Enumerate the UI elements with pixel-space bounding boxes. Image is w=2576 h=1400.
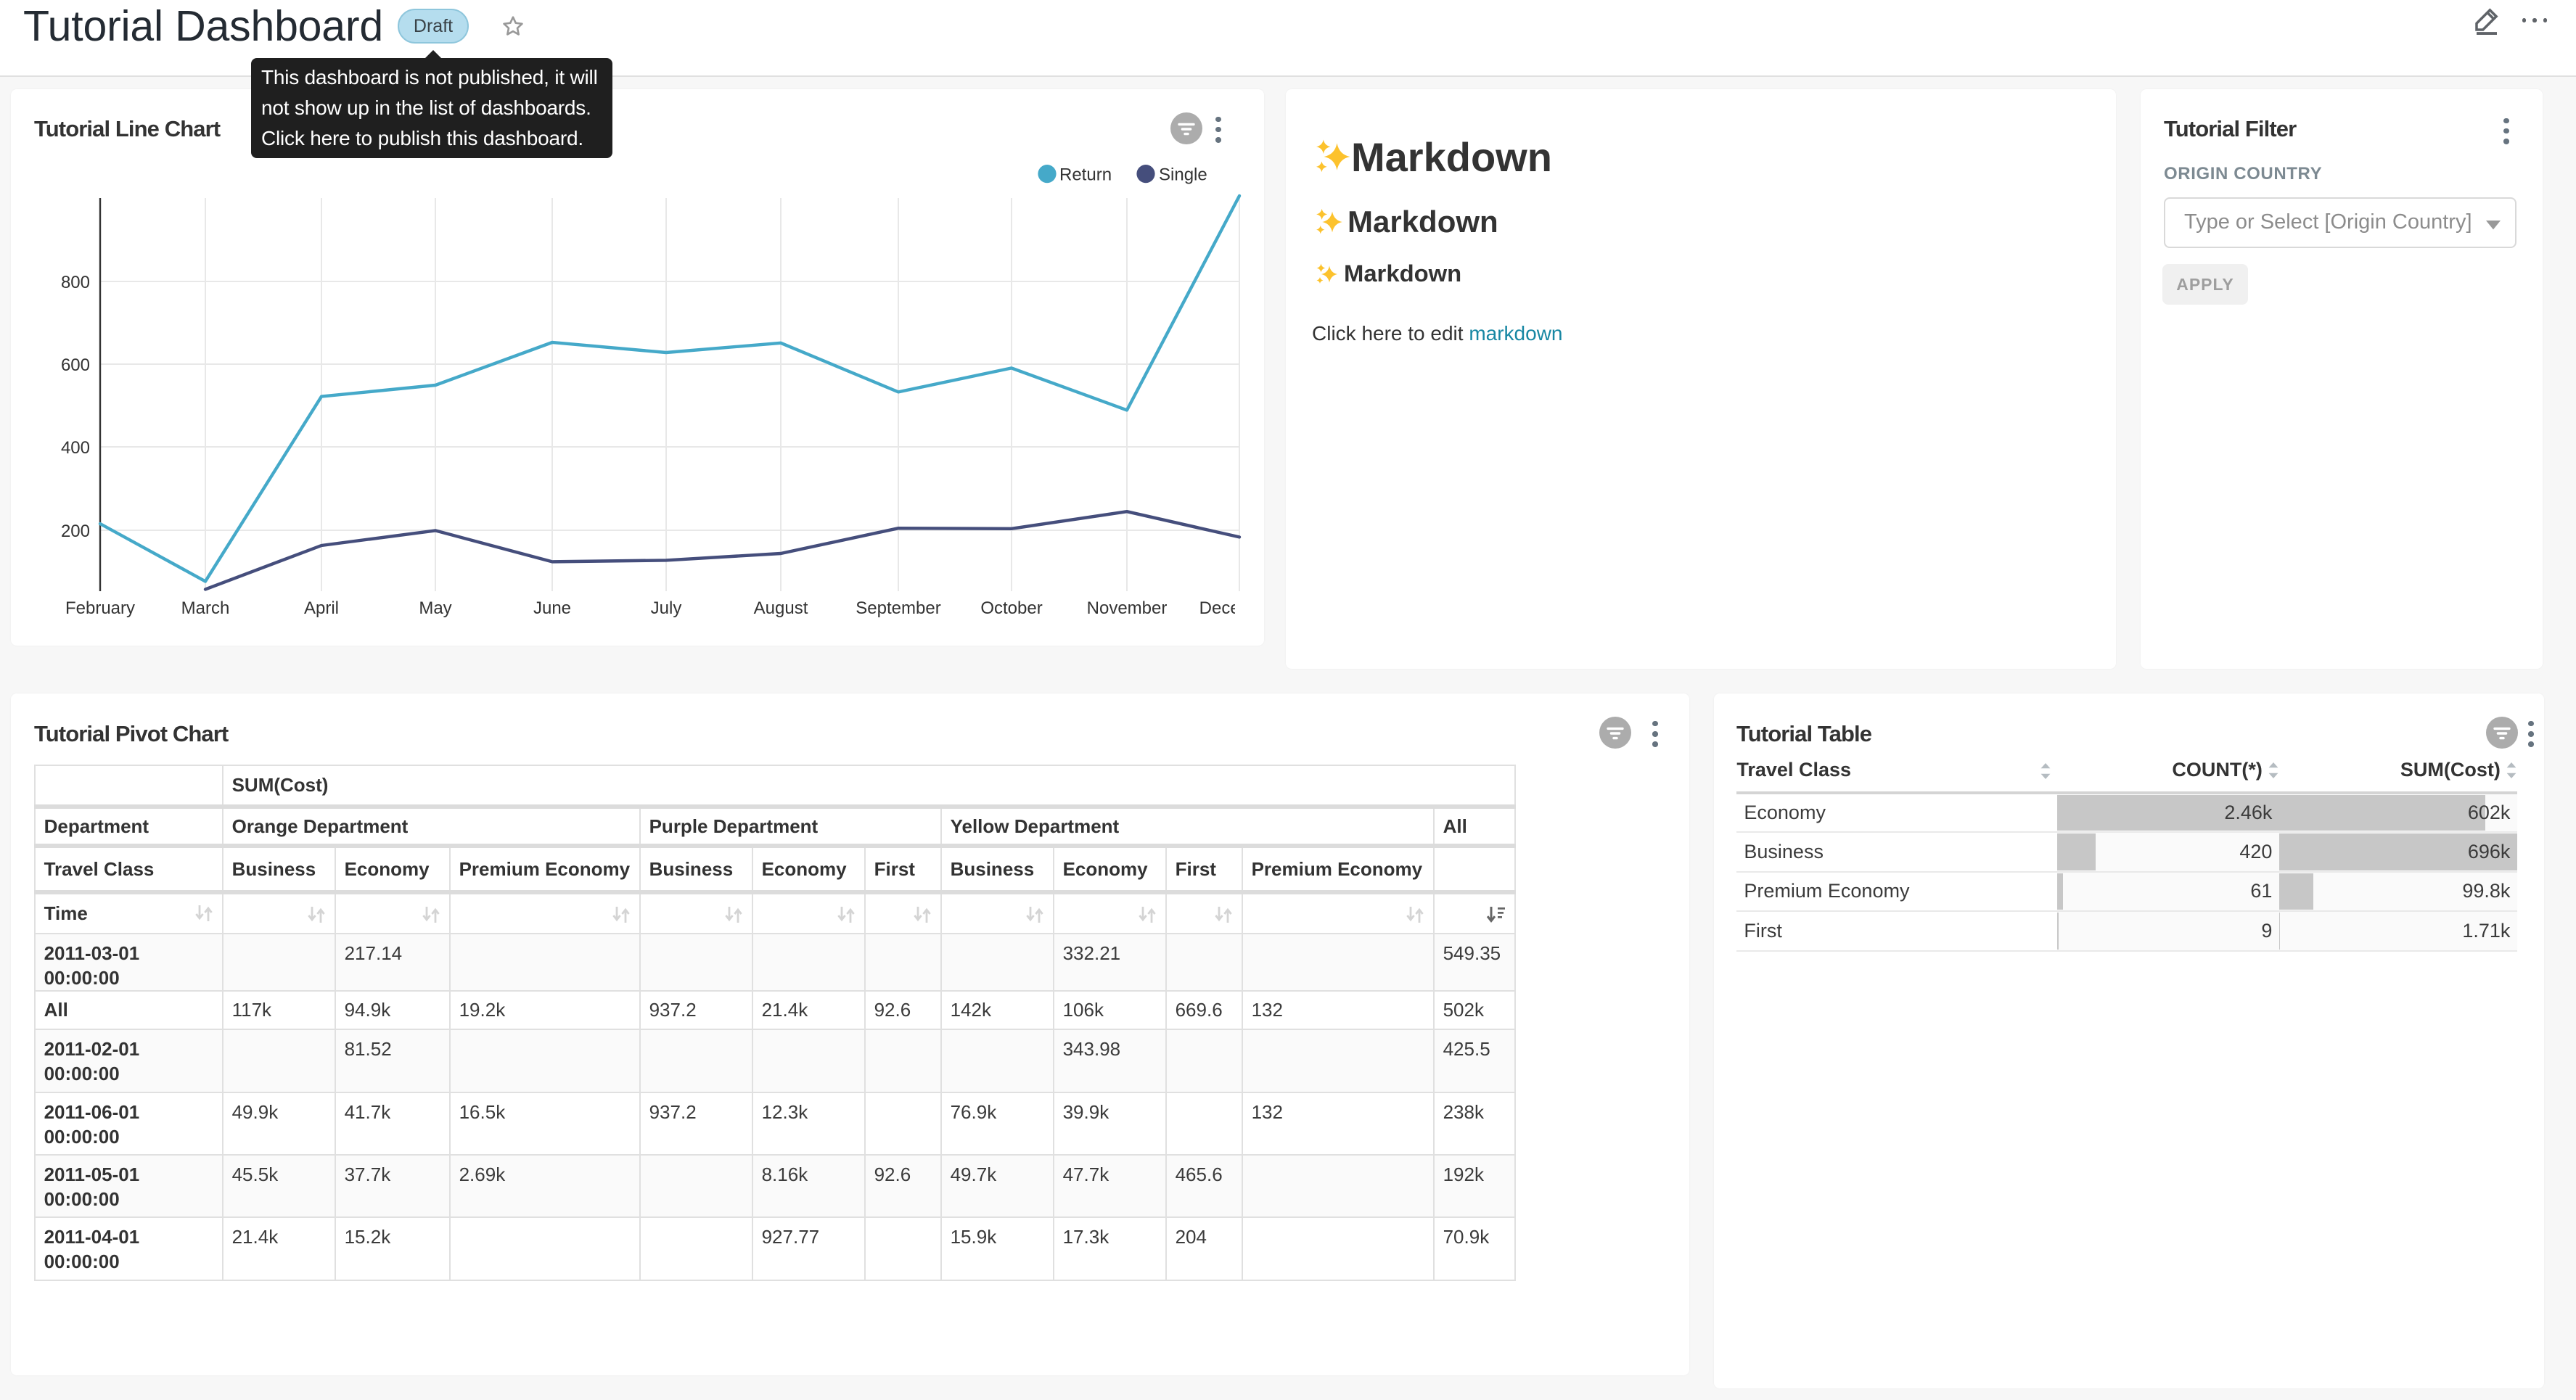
svg-text:September: September [856, 598, 940, 618]
svg-text:Single: Single [1159, 165, 1207, 185]
svg-text:400: 400 [61, 438, 90, 458]
svg-text:July: July [651, 598, 682, 618]
svg-text:200: 200 [61, 522, 90, 541]
svg-text:600: 600 [61, 355, 90, 375]
svg-text:February: February [65, 598, 135, 618]
svg-text:November: November [1087, 598, 1168, 618]
svg-text:800: 800 [61, 273, 90, 292]
svg-text:Return: Return [1059, 165, 1112, 185]
svg-text:October: October [980, 598, 1042, 618]
svg-text:March: March [181, 598, 230, 618]
svg-text:May: May [419, 598, 451, 618]
svg-text:June: June [533, 598, 571, 618]
svg-text:December: December [1199, 598, 1264, 618]
svg-text:August: August [754, 598, 808, 618]
svg-text:April: April [304, 598, 339, 618]
